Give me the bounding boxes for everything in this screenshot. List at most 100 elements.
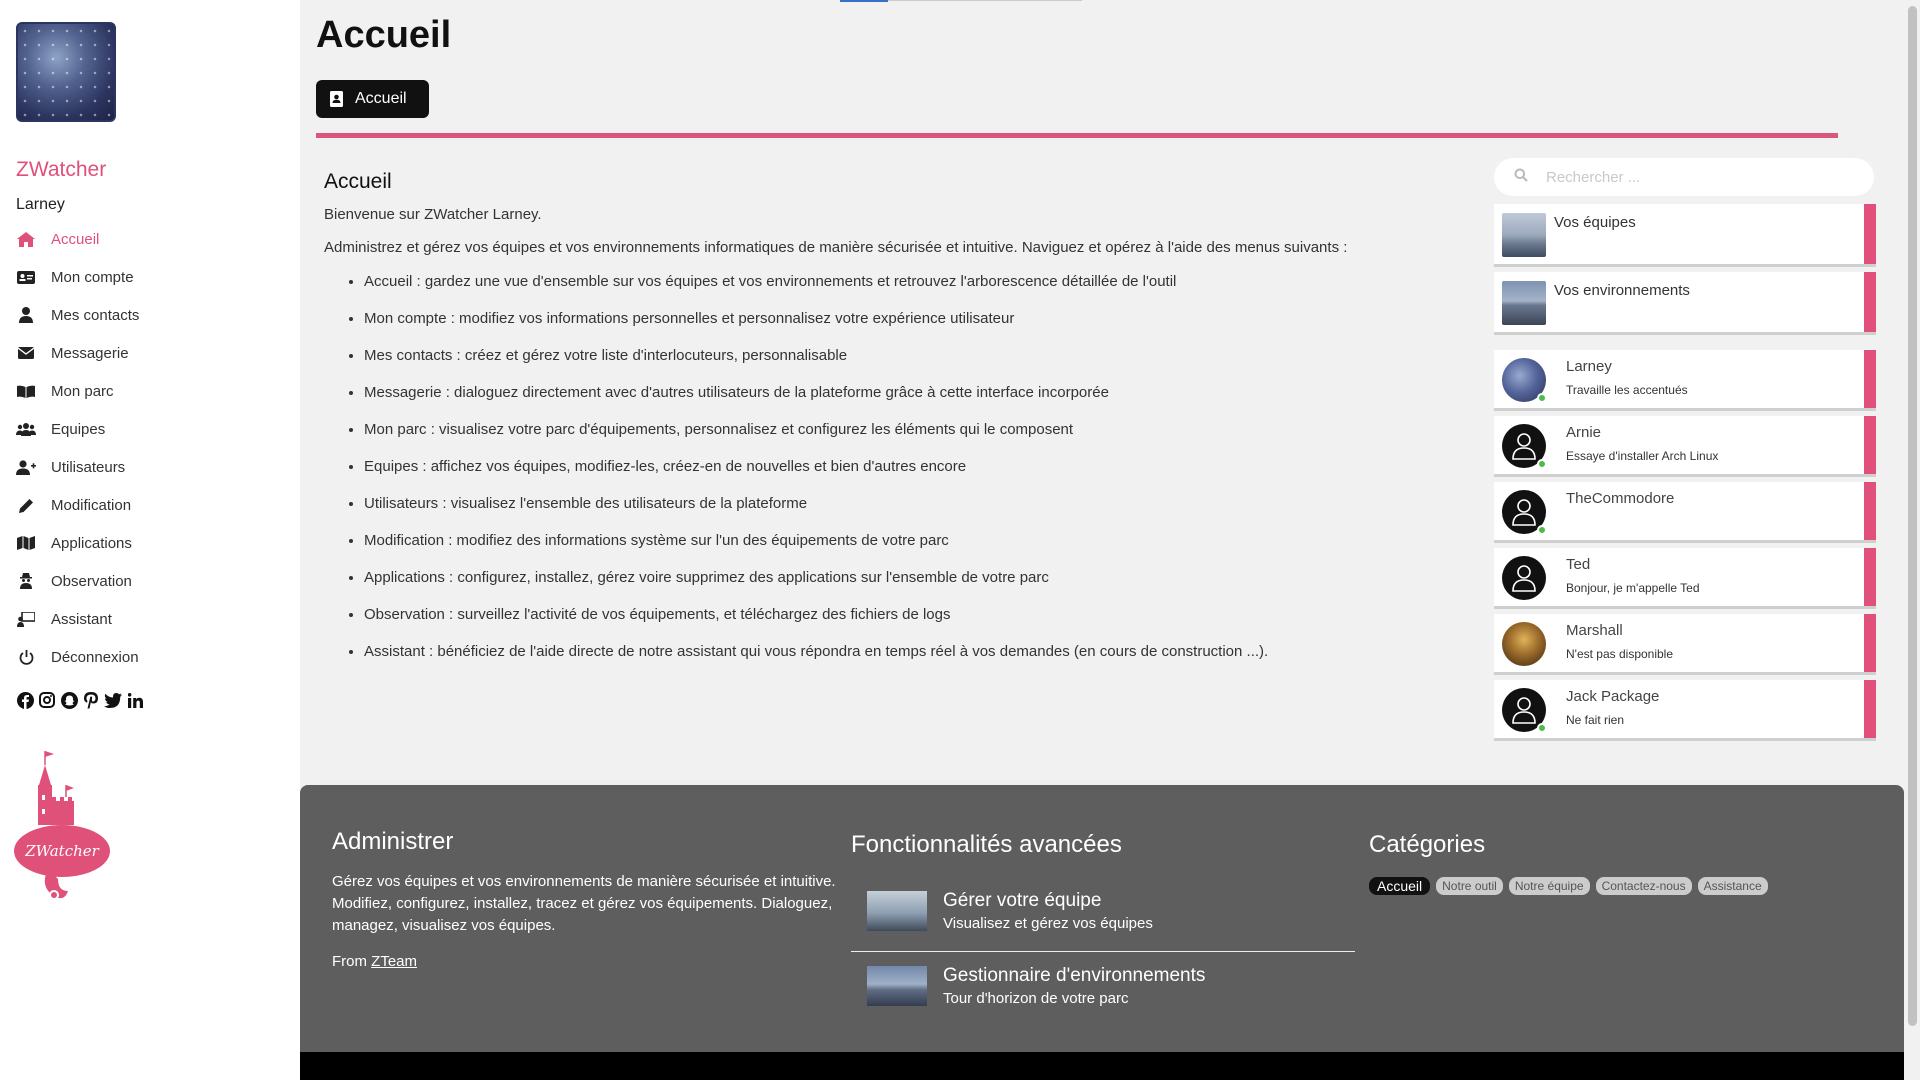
- facebook-icon[interactable]: [16, 691, 34, 709]
- header-divider: [316, 133, 1838, 138]
- footer: Administrer Gérez vos équipes et vos env…: [300, 785, 1904, 1052]
- sidebar-item-equipes[interactable]: Equipes: [0, 410, 300, 448]
- list-item: Utilisateurs : visualisez l'ensemble des…: [364, 494, 1454, 513]
- snapchat-icon[interactable]: [60, 691, 78, 709]
- list-item: Mes contacts : créez et gérez votre list…: [364, 346, 1454, 365]
- sidebar-item-mes-contacts[interactable]: Mes contacts: [0, 296, 300, 334]
- avatar: [1502, 556, 1546, 600]
- chalkboard-user-icon: [16, 611, 36, 627]
- footer-bottom-bar: [300, 1052, 1904, 1080]
- scrollbar-thumb[interactable]: [1908, 6, 1917, 1026]
- address-book-icon: [330, 91, 343, 107]
- search-input[interactable]: [1546, 168, 1846, 186]
- page-scrollbar[interactable]: [1904, 0, 1920, 1080]
- intro-text: Administrez et gérez vos équipes et vos …: [324, 239, 1348, 256]
- sidebar-item-observation[interactable]: Observation: [0, 562, 300, 600]
- instagram-icon[interactable]: [38, 691, 56, 709]
- user-name: Ted: [1566, 556, 1591, 573]
- online-indicator: [1537, 393, 1547, 403]
- user-plus-icon: [16, 459, 36, 475]
- user-icon: [16, 307, 36, 323]
- page-title: Accueil: [316, 14, 452, 56]
- sidebar-item-mon-parc[interactable]: Mon parc: [0, 372, 300, 410]
- user-list: Larney Travaille les accentués Arnie Essay…: [1494, 350, 1876, 738]
- user-card[interactable]: Ted Bonjour, je m'appelle Ted: [1494, 548, 1876, 606]
- tag-accueil[interactable]: Accueil: [1369, 877, 1431, 895]
- svg-text:ZWatcher: ZWatcher: [24, 842, 99, 860]
- feature-subtitle: Visualisez et gérez vos équipes: [943, 915, 1153, 932]
- right-panel: Vos équipes Vos environnements Larney Tra…: [1494, 158, 1876, 746]
- quick-link-label: Vos environnements: [1554, 282, 1690, 299]
- footer-features: Fonctionnalités avancées Gérer votre équ…: [851, 831, 1355, 1019]
- list-item: Equipes : affichez vos équipes, modifiez…: [364, 457, 1454, 476]
- tag-contactez-nous[interactable]: Contactez-nous: [1595, 877, 1692, 895]
- quick-link-teams[interactable]: Vos équipes: [1494, 204, 1876, 264]
- tag-assistance[interactable]: Assistance: [1697, 877, 1768, 895]
- list-item: Mon parc : visualisez votre parc d'équip…: [364, 420, 1454, 439]
- accueil-button[interactable]: Accueil: [316, 80, 429, 118]
- quick-link-environments[interactable]: Vos environnements: [1494, 272, 1876, 332]
- sidebar-item-label: Assistant: [51, 610, 112, 628]
- footer-heading: Administrer: [332, 828, 454, 855]
- tag-notre-equipe[interactable]: Notre équipe: [1508, 877, 1590, 895]
- user-card[interactable]: Larney Travaille les accentués: [1494, 350, 1876, 408]
- id-card-icon: [16, 269, 36, 285]
- tag-notre-outil[interactable]: Notre outil: [1436, 877, 1503, 895]
- user-card[interactable]: Jack Package Ne fait rien: [1494, 680, 1876, 738]
- sidebar-item-mon-compte[interactable]: Mon compte: [0, 258, 300, 296]
- user-status: Bonjour, je m'appelle Ted: [1566, 581, 1700, 595]
- teams-thumbnail: [1502, 213, 1546, 257]
- online-indicator: [1537, 459, 1547, 469]
- footer-credit: From ZTeam: [332, 953, 418, 970]
- default-user-icon: [1512, 433, 1536, 460]
- user-card[interactable]: Arnie Essaye d'installer Arch Linux: [1494, 416, 1876, 474]
- home-icon: [16, 231, 36, 247]
- sidebar-item-applications[interactable]: Applications: [0, 524, 300, 562]
- power-icon: [16, 649, 36, 665]
- sidebar-item-messagerie[interactable]: Messagerie: [0, 334, 300, 372]
- user-status: Travaille les accentués: [1566, 383, 1688, 397]
- default-user-icon: [1512, 697, 1536, 724]
- profile-avatar[interactable]: [16, 22, 116, 122]
- sidebar-item-label: Observation: [51, 572, 132, 590]
- feature-title: Gestionnaire d'environnements: [943, 964, 1206, 986]
- user-card[interactable]: Marshall N'est pas disponible: [1494, 614, 1876, 672]
- sidebar-item-accueil[interactable]: Accueil: [0, 220, 300, 258]
- avatar: [1502, 424, 1547, 469]
- pinterest-icon[interactable]: [82, 691, 100, 709]
- linkedin-icon[interactable]: [126, 691, 144, 709]
- sidebar-item-label: Mes contacts: [51, 306, 140, 324]
- content-heading: Accueil: [324, 170, 392, 193]
- welcome-text: Bienvenue sur ZWatcher Larney.: [324, 206, 542, 223]
- zwatcher-logo: ZWatcher: [14, 751, 110, 900]
- twitter-icon[interactable]: [104, 691, 122, 709]
- sidebar-item-label: Applications: [51, 534, 132, 552]
- online-indicator: [1537, 525, 1547, 535]
- sidebar-item-label: Accueil: [51, 230, 100, 248]
- user-status: Essaye d'installer Arch Linux: [1566, 449, 1719, 463]
- user-status: Ne fait rien: [1566, 713, 1625, 727]
- feature-environment-manager[interactable]: Gestionnaire d'environnements Tour d'hori…: [851, 951, 1355, 1019]
- sidebar-item-assistant[interactable]: Assistant: [0, 600, 300, 638]
- user-name: Marshall: [1566, 622, 1623, 639]
- feature-manage-team[interactable]: Gérer votre équipe Visualisez et gérez vo…: [851, 877, 1355, 945]
- user-name: TheCommodore: [1566, 490, 1675, 507]
- default-user-icon: [1512, 499, 1536, 526]
- feature-subtitle: Tour d'horizon de votre parc: [943, 989, 1129, 1007]
- user-status: N'est pas disponible: [1566, 647, 1674, 661]
- footer-heading: Fonctionnalités avancées: [851, 831, 1122, 858]
- users-icon: [16, 421, 36, 437]
- sidebar-item-deconnexion[interactable]: Déconnexion: [0, 638, 300, 676]
- sidebar-item-modification[interactable]: Modification: [0, 486, 300, 524]
- feature-title: Gérer votre équipe: [943, 890, 1102, 911]
- user-name: Jack Package: [1566, 688, 1660, 705]
- sidebar-item-label: Modification: [51, 496, 132, 514]
- zteam-link[interactable]: ZTeam: [371, 953, 417, 970]
- sidebar-item-utilisateurs[interactable]: Utilisateurs: [0, 448, 300, 486]
- user-card[interactable]: TheCommodore: [1494, 482, 1876, 540]
- pencil-icon: [16, 497, 36, 513]
- sidebar-item-label: Messagerie: [51, 344, 129, 362]
- sidebar-item-label: Mon parc: [51, 382, 114, 400]
- map-icon: [16, 535, 36, 551]
- sidebar-item-label: Mon compte: [51, 268, 134, 286]
